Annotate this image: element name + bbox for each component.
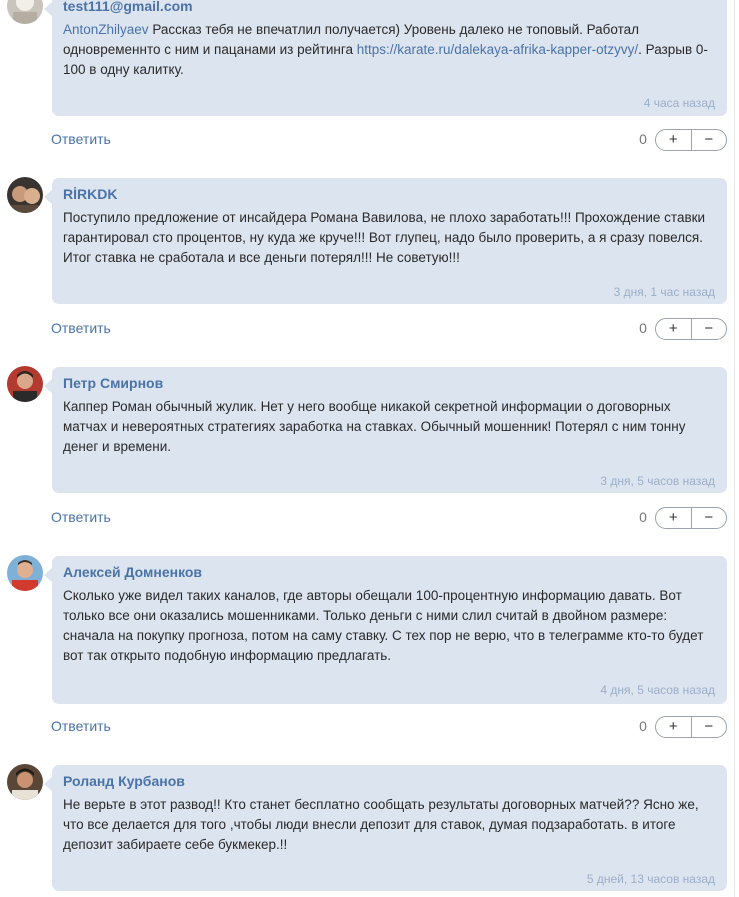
- comment-bubble: Алексей Домненков Сколько уже видел таки…: [44, 556, 727, 704]
- comment-text: Поступило предложение от инсайдера Роман…: [63, 210, 706, 265]
- external-link[interactable]: https://karate.ru/dalekaya-afrika-kapper…: [357, 42, 638, 57]
- downvote-button[interactable]: −: [692, 319, 727, 339]
- downvote-button[interactable]: −: [692, 130, 727, 150]
- vote-score: 0: [639, 509, 647, 525]
- comment-bubble: test111@gmail.com AntonZhilyaev Рассказ …: [44, 0, 727, 116]
- vote-control: + −: [655, 129, 727, 151]
- comment-author[interactable]: Петр Смирнов: [63, 375, 163, 391]
- comment-bubble: RİRKDK Поступило предложение от инсайдер…: [44, 178, 727, 304]
- comments-thread: test111@gmail.com AntonZhilyaev Рассказ …: [0, 0, 739, 897]
- downvote-button[interactable]: −: [692, 717, 727, 737]
- avatar[interactable]: [7, 555, 43, 591]
- mention-link[interactable]: AntonZhilyaev: [63, 22, 149, 37]
- comment-text: Сколько уже видел таких каналов, где авт…: [63, 588, 704, 663]
- comment-author[interactable]: test111@gmail.com: [63, 0, 193, 14]
- reply-link[interactable]: Ответить: [51, 509, 111, 525]
- vote-score: 0: [639, 718, 647, 734]
- comment-bubble: Петр Смирнов Каппер Роман обычный жулик.…: [44, 367, 727, 493]
- comment-timestamp: 3 дня, 5 часов назад: [600, 474, 715, 488]
- upvote-button[interactable]: +: [656, 717, 692, 737]
- comment-author[interactable]: Роланд Курбанов: [63, 773, 185, 789]
- vote-control: + −: [655, 716, 727, 738]
- avatar[interactable]: [7, 0, 43, 24]
- reply-link[interactable]: Ответить: [51, 320, 111, 336]
- comment-timestamp: 4 дня, 5 часов назад: [600, 683, 715, 697]
- reply-link[interactable]: Ответить: [51, 718, 111, 734]
- comment-timestamp: 5 дней, 13 часов назад: [586, 872, 715, 886]
- avatar[interactable]: [7, 764, 43, 800]
- upvote-button[interactable]: +: [656, 319, 692, 339]
- upvote-button[interactable]: +: [656, 130, 692, 150]
- comment-author[interactable]: RİRKDK: [63, 186, 117, 202]
- vote-score: 0: [639, 320, 647, 336]
- comment-text: Каппер Роман обычный жулик. Нет у него в…: [63, 399, 686, 454]
- comment-timestamp: 3 дня, 1 час назад: [613, 285, 715, 299]
- avatar[interactable]: [7, 366, 43, 402]
- reply-link[interactable]: Ответить: [51, 131, 111, 147]
- avatar[interactable]: [7, 177, 43, 213]
- comment-author[interactable]: Алексей Домненков: [63, 564, 202, 580]
- comment-timestamp: 4 часа назад: [643, 96, 715, 110]
- comment-text: AntonZhilyaev Рассказ тебя не впечатлил …: [63, 20, 718, 80]
- vote-control: + −: [655, 318, 727, 340]
- downvote-button[interactable]: −: [692, 508, 727, 528]
- vote-control: + −: [655, 507, 727, 529]
- comment-text: Не верьте в этот развод!! Кто станет бес…: [63, 797, 699, 852]
- scroll-divider: [734, 0, 735, 897]
- vote-score: 0: [639, 131, 647, 147]
- upvote-button[interactable]: +: [656, 508, 692, 528]
- comment-bubble: Роланд Курбанов Не верьте в этот развод!…: [44, 765, 727, 891]
